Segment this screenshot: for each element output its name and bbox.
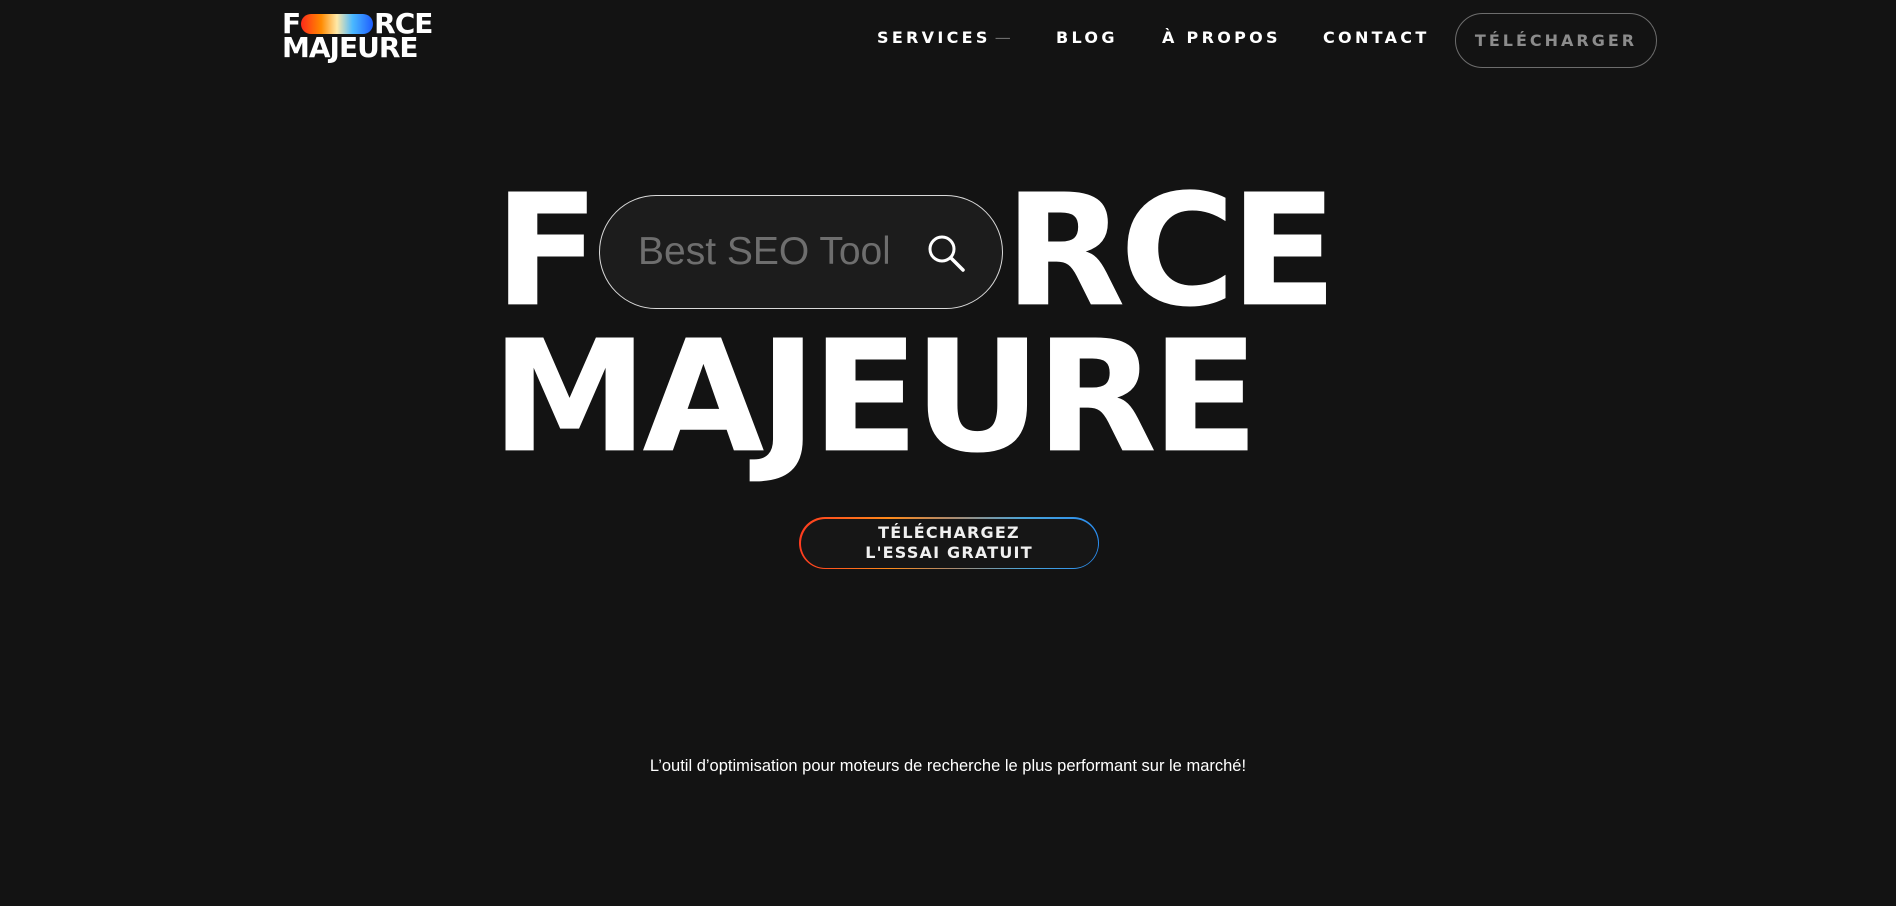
download-button[interactable]: TÉLÉCHARGER — [1455, 13, 1657, 68]
hero-title-rce: RCE — [1004, 161, 1338, 342]
nav-item-blog[interactable]: BLOG — [1056, 28, 1118, 47]
nav-item-a-propos[interactable]: À PROPOS — [1162, 28, 1281, 47]
hero-title-majeure: MAJEURE — [491, 307, 1259, 488]
cta-line-2: L'ESSAI GRATUIT — [865, 543, 1033, 562]
nav-item-contact[interactable]: CONTACT — [1323, 28, 1430, 47]
page: F RCE MAJEURE SERVICES — BLOG À PROPOS CO… — [0, 0, 1896, 906]
hero-tagline: L’outil d’optimisation pour moteurs de r… — [649, 757, 1247, 775]
nav-item-services[interactable]: SERVICES — — [877, 28, 1011, 47]
search-input[interactable] — [638, 224, 888, 280]
dropdown-indicator-icon: — — [994, 28, 1011, 47]
search-bar — [599, 195, 1003, 309]
hero-title-f: F — [494, 161, 600, 342]
nav-services-label: SERVICES — [877, 28, 991, 47]
free-trial-button-inner: TÉLÉCHARGEZ L'ESSAI GRATUIT — [800, 518, 1098, 568]
cta-line-1: TÉLÉCHARGEZ — [878, 523, 1020, 542]
search-icon[interactable] — [925, 232, 967, 274]
free-trial-button[interactable]: TÉLÉCHARGEZ L'ESSAI GRATUIT — [799, 517, 1099, 569]
